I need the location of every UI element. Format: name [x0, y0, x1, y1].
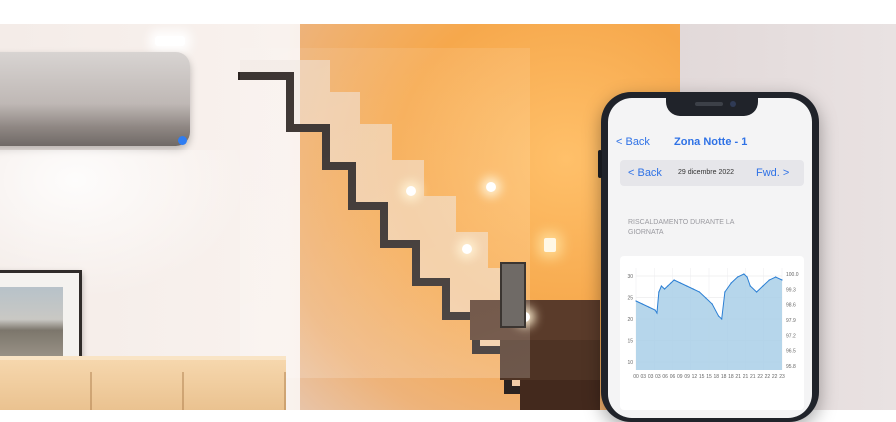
x-tick-label: 22 [772, 374, 778, 380]
data-point [673, 279, 675, 281]
x-tick-label: 03 [641, 374, 647, 380]
y-left-tick-label: 25 [627, 296, 633, 302]
data-point [648, 306, 650, 308]
x-tick-label: 21 [743, 374, 749, 380]
data-point [717, 315, 720, 317]
x-axis: 00 03 03 03 06 06 09 09 12 15 15 18 18 18 21 21 21 22 22 22… [633, 374, 785, 380]
data-point [762, 285, 764, 287]
phone-speaker [695, 102, 723, 106]
x-tick-label: 03 [648, 374, 654, 380]
x-tick-label: 03 [655, 374, 661, 380]
back-button[interactable]: < Back [616, 136, 650, 148]
phone-camera [730, 101, 736, 107]
data-point [663, 288, 666, 290]
data-point [635, 300, 637, 302]
y-right-tick-label: 98.6 [786, 303, 796, 309]
zone-title: Zona Notte - 1 [674, 136, 748, 148]
x-tick-label: 21 [750, 374, 756, 380]
x-tick-label: 15 [699, 374, 705, 380]
data-point [660, 285, 662, 287]
x-tick-label: 22 [765, 374, 771, 380]
chart-caption: RISCALDAMENTO DURANTE LA GIORNATA [628, 219, 735, 236]
data-point [724, 291, 726, 293]
y-right-tick-label: 100.0 [786, 272, 799, 278]
x-tick-label: 18 [728, 374, 734, 380]
stair-tread [520, 380, 600, 410]
data-point [746, 276, 748, 278]
x-tick-label: 15 [706, 374, 712, 380]
data-point [781, 279, 783, 281]
x-tick-label: 06 [670, 374, 676, 380]
data-point [730, 282, 732, 284]
wall-sconce [544, 238, 556, 252]
y-left-tick-label: 20 [627, 317, 633, 323]
y-left-axis: 10 15 20 25 30 [627, 274, 633, 366]
x-tick-label: 18 [721, 374, 727, 380]
y-right-tick-label: 97.9 [786, 318, 796, 324]
data-point [670, 282, 672, 284]
data-point [705, 297, 707, 299]
landscape-photo [0, 287, 63, 359]
phone-notch [666, 96, 758, 116]
next-day-button[interactable]: Fwd. > [756, 167, 789, 179]
sideboard-drawer [184, 372, 286, 410]
heating-chart: 10 15 20 25 30 100.0 99.3 98.6 97.9 97.2 96.5 95.8… [627, 268, 799, 380]
data-point [686, 285, 688, 287]
y-left-tick-label: 10 [627, 360, 633, 366]
data-point [667, 285, 669, 287]
stair-step-light [406, 186, 416, 196]
x-tick-label: 23 [779, 374, 785, 380]
x-tick-label: 09 [677, 374, 683, 380]
x-tick-label: 22 [757, 374, 763, 380]
data-point [698, 291, 701, 293]
stair-step-light [462, 244, 472, 254]
sideboard-drawer [92, 372, 184, 410]
data-point [768, 279, 770, 281]
y-left-tick-label: 30 [627, 274, 633, 280]
x-tick-label: 12 [692, 374, 698, 380]
data-point [721, 318, 723, 320]
small-wall-frame [500, 262, 526, 328]
stair-step-light [486, 182, 496, 192]
phone-side-button [598, 150, 602, 178]
x-tick-label: 06 [662, 374, 668, 380]
x-tick-label: 09 [684, 374, 690, 380]
y-right-axis: 100.0 99.3 98.6 97.9 97.2 96.5 95.8 [786, 272, 799, 370]
data-point [656, 312, 658, 314]
y-right-tick-label: 99.3 [786, 287, 796, 293]
data-point [743, 273, 745, 275]
data-point [654, 309, 656, 311]
sideboard-drawer [0, 372, 92, 410]
data-point [749, 285, 751, 287]
x-tick-label: 18 [714, 374, 720, 380]
x-tick-label: 00 [633, 374, 639, 380]
x-tick-label: 21 [735, 374, 741, 380]
data-point [775, 276, 777, 278]
data-point [658, 291, 660, 293]
data-point [679, 282, 682, 284]
data-point [756, 291, 758, 293]
previous-day-button[interactable]: < Back [628, 167, 662, 179]
y-right-tick-label: 95.8 [786, 364, 796, 370]
data-point [711, 303, 713, 305]
data-point [641, 303, 643, 305]
y-left-tick-label: 15 [627, 339, 633, 345]
data-point [736, 276, 739, 278]
y-right-tick-label: 96.5 [786, 349, 796, 355]
glass-balustrade [240, 48, 530, 378]
current-date: 29 dicembre 2022 [678, 169, 735, 176]
y-right-tick-label: 97.2 [786, 333, 796, 339]
data-point [692, 288, 694, 290]
